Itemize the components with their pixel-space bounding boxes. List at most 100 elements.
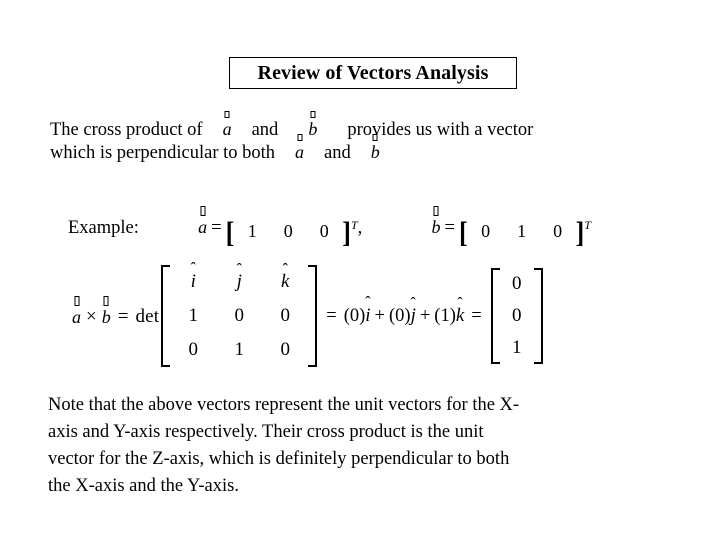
matrix-cell: 0 [280, 305, 291, 326]
term3-coefficient: (1) [434, 305, 456, 326]
matrix-cell-unit-i: ˆi [170, 261, 216, 299]
vector-accent-icon [103, 296, 109, 306]
intro-text-1: The cross product of [50, 120, 203, 140]
vector-a-symbol: a [198, 205, 208, 237]
vector-a-symbol-inline-1: a [222, 111, 232, 139]
matrix-row: 0 [500, 300, 534, 332]
vector-accent-icon [200, 205, 206, 216]
matrix-cell: 1 [511, 337, 522, 358]
matrix-bracket-right [533, 268, 543, 364]
matrix-row: 0 [500, 268, 534, 300]
matrix-bracket-left [161, 265, 171, 367]
vector-b-symbol: b [431, 205, 441, 237]
equals-sign: = [444, 217, 455, 238]
circumflex-accent-icon: ˆ [365, 293, 371, 311]
example-vector-b-equation: b =[0 1 0]T [431, 205, 591, 248]
example-vector-a-equation: a =[1 0 0]T, [198, 205, 367, 248]
circumflex-accent-icon: ˆ [190, 260, 196, 277]
term1-coefficient: (0) [343, 305, 366, 326]
row-vector-b: [0 1 0]T [458, 213, 591, 250]
slide-title-box: Review of Vectors Analysis [229, 57, 517, 89]
matrix-row: 1 0 0 [170, 299, 308, 333]
i-hat-symbol: ˆi [365, 294, 370, 325]
vector-letter: a [295, 142, 305, 162]
row-vector-a: [1 0 0]T [225, 213, 358, 250]
cross-product-equation: a × b = det ˆi ˆj ˆk 1 0 0 0 1 0 = (0) ˆ… [72, 261, 545, 370]
circumflex-accent-icon: ˆ [457, 294, 463, 312]
matrix-bracket-right [308, 265, 318, 367]
vector-b-symbol: b [101, 296, 111, 327]
matrix-cell-unit-k: ˆk [262, 262, 308, 299]
vector-a-symbol: a [72, 296, 81, 327]
intro-text-4: which is perpendicular to both [50, 143, 276, 163]
matrix-row: 0 1 0 [170, 333, 308, 367]
equals-sign: = [211, 217, 222, 238]
example-label: Example: [68, 217, 139, 238]
matrix-cell: 0 [188, 339, 199, 360]
transpose-superscript: T [350, 218, 358, 232]
note-line-4: the X-axis and the Y-axis. [48, 476, 239, 496]
vector-letter: b [431, 216, 441, 237]
matrix-cell: 0 [234, 305, 245, 326]
matrix-cells: 0 0 1 [500, 268, 534, 364]
vector-letter: b [370, 142, 380, 162]
note-line-3: vector for the Z-axis, which is definite… [48, 449, 510, 469]
term2-coefficient: (0) [388, 305, 411, 326]
intro-line-1: The cross product of a and b provides us wit… [50, 111, 682, 142]
bracket-open: [ [225, 215, 235, 250]
vector-letter: b [101, 307, 111, 327]
vector-letter: a [72, 307, 81, 327]
note-line-2: axis and Y-axis respectively. Their cros… [48, 422, 484, 442]
j-hat-symbol: ˆj [237, 262, 242, 292]
matrix-row: ˆi ˆj ˆk [170, 261, 308, 299]
det-label: det [135, 306, 160, 327]
vector-component: 0 [553, 221, 563, 241]
vector-a-symbol-inline-2: a [295, 134, 305, 162]
vector-component: 0 [283, 221, 293, 241]
vector-accent-icon [310, 111, 316, 118]
plus-sign: + [419, 305, 431, 326]
slide-canvas: Review of Vectors Analysis The cross pro… [0, 0, 720, 540]
intro-paragraph: The cross product of a and b provides us wit… [50, 111, 682, 165]
matrix-bracket-left [490, 268, 500, 364]
circumflex-accent-icon: ˆ [410, 294, 416, 312]
matrix-cells: ˆi ˆj ˆk 1 0 0 0 1 0 [170, 261, 308, 367]
equals-sign-2: = [326, 305, 337, 326]
matrix-cell: 1 [234, 339, 245, 360]
vector-accent-icon [372, 134, 378, 141]
cross-product-symbol: × [86, 306, 97, 327]
k-hat-symbol: ˆk [281, 262, 289, 292]
result-column-vector: 0 0 1 [490, 268, 543, 364]
vector-letter: a [198, 216, 208, 237]
matrix-cell: 0 [280, 339, 291, 360]
matrix-cell-unit-j: ˆj [216, 262, 262, 299]
determinant-matrix: ˆi ˆj ˆk 1 0 0 0 1 0 [161, 261, 318, 367]
vector-component: 0 [319, 221, 329, 241]
vector-accent-icon [433, 205, 439, 216]
vector-b-symbol-inline-1: b [308, 111, 318, 139]
page-title: Review of Vectors Analysis [257, 62, 489, 84]
vector-letter: a [222, 119, 232, 139]
expansion-expression: (0) ˆ i + (0) ˆ j + (1) ˆ k [343, 294, 465, 327]
vector-accent-icon [297, 134, 303, 141]
k-hat-symbol: ˆk [456, 295, 464, 325]
circumflex-accent-icon: ˆ [236, 261, 242, 278]
circumflex-accent-icon: ˆ [282, 261, 288, 278]
vector-accent-icon [224, 111, 230, 118]
vector-component: 1 [247, 221, 257, 241]
equation-left-hand-side: a × b = det [72, 296, 160, 328]
j-hat-symbol: ˆj [411, 295, 416, 325]
vector-component: 1 [517, 221, 527, 241]
example-row: Example: a =[1 0 0]T, b =[0 1 0]T [68, 205, 591, 248]
matrix-cell: 0 [511, 273, 522, 294]
matrix-cell: 1 [188, 305, 199, 326]
matrix-cell: 0 [511, 305, 522, 326]
vector-component: 0 [481, 221, 491, 241]
intro-text-2: and [251, 120, 279, 140]
bracket-open: [ [458, 215, 468, 250]
vector-letter: b [308, 119, 318, 139]
transpose-superscript: T [584, 218, 591, 232]
intro-line-2: which is perpendicular to both a and b [50, 134, 682, 165]
equals-sign: = [117, 306, 129, 327]
bracket-close: ] [575, 215, 585, 250]
